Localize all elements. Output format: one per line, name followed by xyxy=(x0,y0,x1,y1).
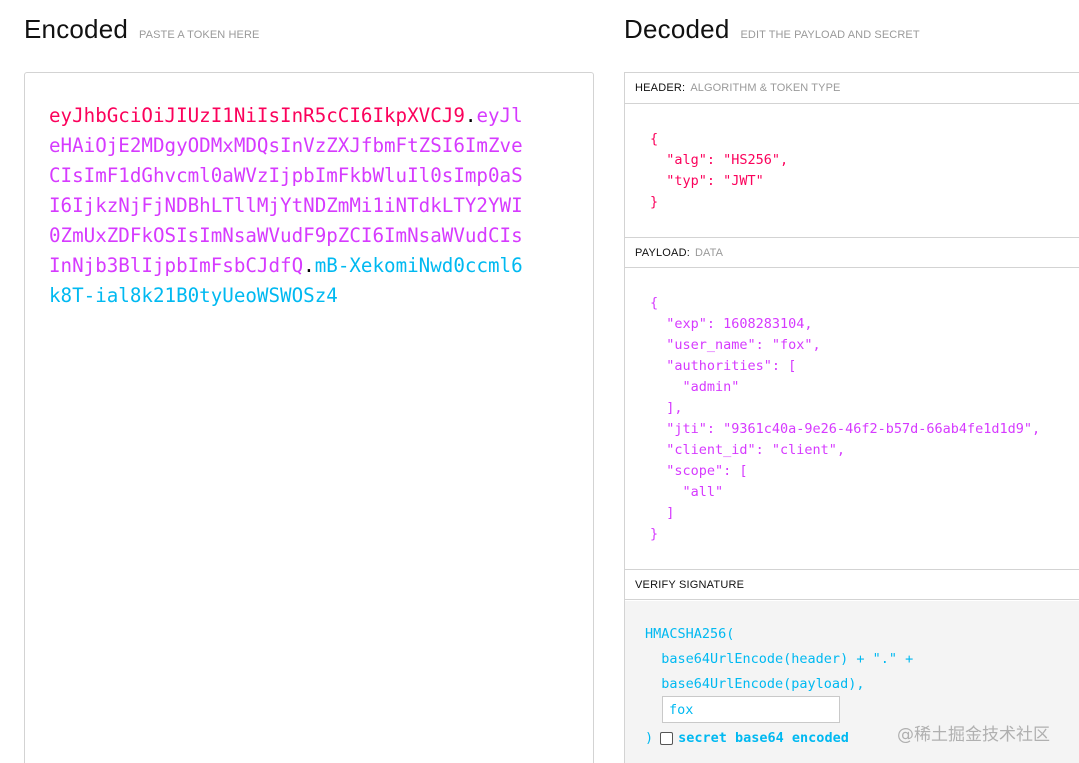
payload-section-title: PAYLOAD: DATA xyxy=(625,237,1079,268)
encoded-header: Encoded PASTE A TOKEN HERE xyxy=(24,14,259,45)
token-payload-part: eyJleHAiOjE2MDgyODMxMDQsInVzZXJfbmFtZSI6… xyxy=(49,104,523,277)
watermark-text: @稀土掘金技术社区 xyxy=(897,725,1050,745)
payload-json-editor[interactable]: { "exp": 1608283104, "user_name": "fox",… xyxy=(650,293,1040,545)
decoded-header: Decoded EDIT THE PAYLOAD AND SECRET xyxy=(624,14,920,45)
secret-input[interactable] xyxy=(662,696,840,723)
secret-base64-checkbox[interactable] xyxy=(660,731,674,745)
decoded-panel: HEADER: ALGORITHM & TOKEN TYPE { "alg": … xyxy=(624,72,1079,763)
secret-base64-label[interactable]: secret base64 encoded xyxy=(678,730,849,746)
header-section-desc: ALGORITHM & TOKEN TYPE xyxy=(690,82,841,94)
decoded-subtitle: EDIT THE PAYLOAD AND SECRET xyxy=(740,29,920,41)
token-dot-1: . xyxy=(464,104,477,127)
signature-code: HMACSHA256( base64UrlEncode(header) + ".… xyxy=(645,626,914,692)
token-header-part: eyJhbGciOiJIUzI1NiIsInR5cCI6IkpXVCJ9 xyxy=(49,104,465,127)
close-paren: ) xyxy=(645,730,654,746)
signature-section-title: VERIFY SIGNATURE xyxy=(625,569,1079,600)
signature-footer: ) secret base64 encoded xyxy=(645,730,849,746)
decoded-title: Decoded xyxy=(624,14,730,44)
encoded-title: Encoded xyxy=(24,14,129,44)
encoded-token-text[interactable]: eyJhbGciOiJIUzI1NiIsInR5cCI6IkpXVCJ9.eyJ… xyxy=(49,101,529,311)
header-section-title: HEADER: ALGORITHM & TOKEN TYPE xyxy=(625,73,1079,104)
encoded-token-editor[interactable]: eyJhbGciOiJIUzI1NiIsInR5cCI6IkpXVCJ9.eyJ… xyxy=(24,72,594,763)
payload-section-label: PAYLOAD: xyxy=(635,246,690,259)
encoded-subtitle: PASTE A TOKEN HERE xyxy=(139,29,260,41)
header-section-label: HEADER: xyxy=(635,82,686,94)
payload-section-desc: DATA xyxy=(695,246,724,259)
signature-section-label: VERIFY SIGNATURE xyxy=(635,578,745,591)
token-dot-2: . xyxy=(303,254,315,277)
header-json-editor[interactable]: { "alg": "HS256", "typ": "JWT" } xyxy=(650,129,788,213)
